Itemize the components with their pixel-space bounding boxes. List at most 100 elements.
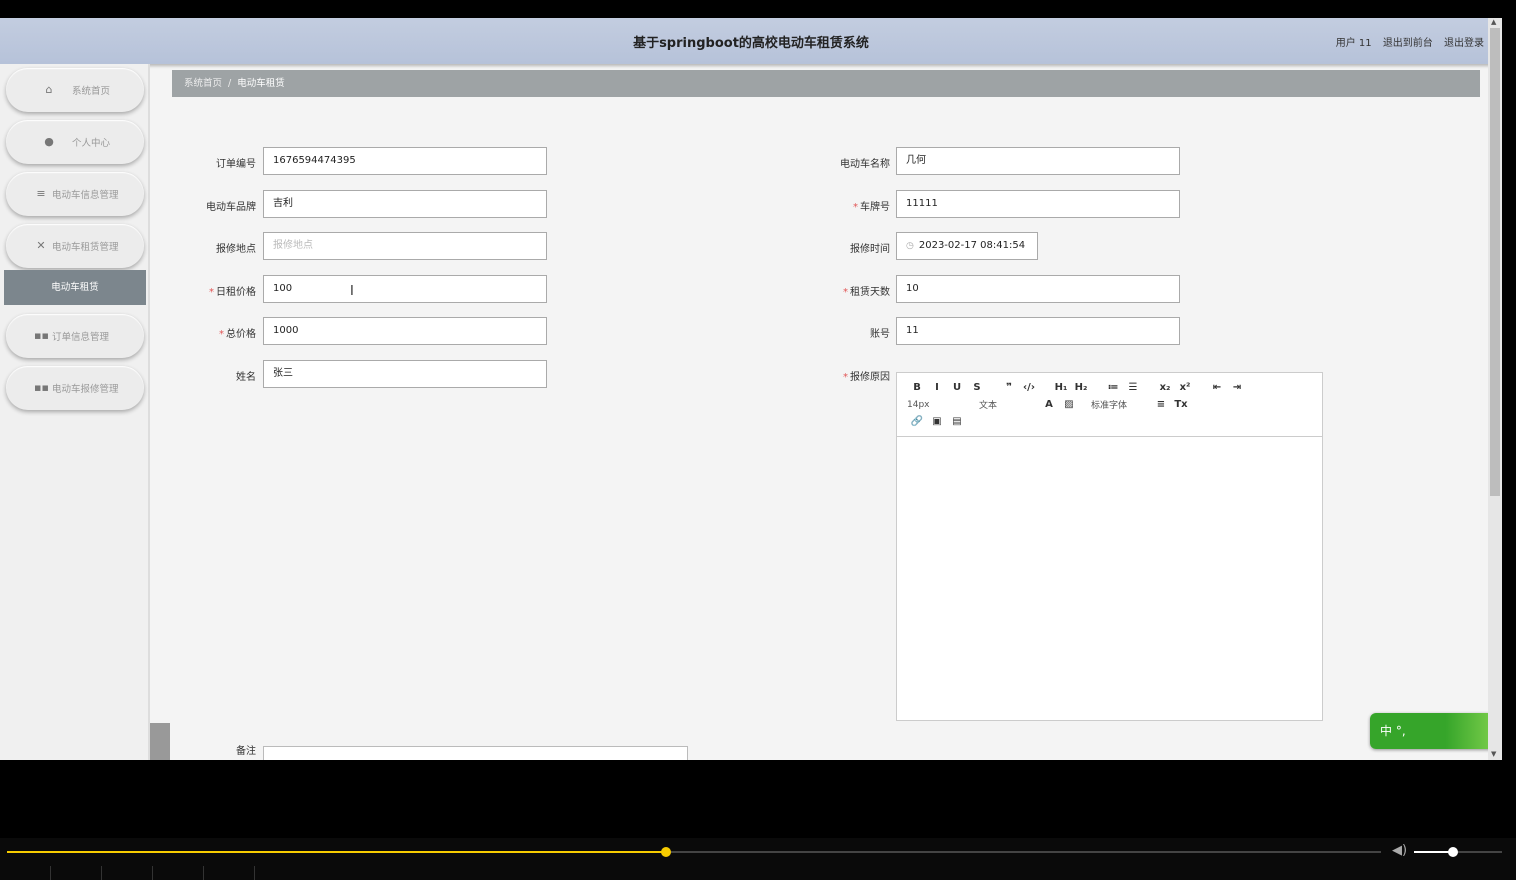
italic-button[interactable]: I bbox=[927, 382, 947, 393]
home-icon: ⌂ bbox=[45, 83, 53, 96]
bold-button[interactable]: B bbox=[907, 382, 927, 393]
repair-place-label: 报修地点 bbox=[216, 244, 256, 255]
toolbar-row-3: 🔗 ▣ ▤ bbox=[907, 413, 1314, 430]
grid-icon: ▪▪ bbox=[34, 329, 49, 342]
h1-button[interactable]: H₁ bbox=[1051, 382, 1071, 393]
brand-label: 电动车品牌 bbox=[206, 202, 256, 213]
sidebar-item-label: 电动车报修管理 bbox=[52, 384, 119, 395]
volume-icon[interactable]: ◀) bbox=[1392, 843, 1407, 858]
app-screen: 基于springboot的高校电动车租赁系统 用户 11 退出到前台 退出登录 … bbox=[0, 18, 1502, 760]
remark-field[interactable] bbox=[263, 746, 688, 760]
sidebar-item-label: 订单信息管理 bbox=[52, 332, 110, 343]
bullet-list-button[interactable]: ☰ bbox=[1123, 382, 1143, 393]
sidebar-item-label: 系统首页 bbox=[72, 86, 111, 97]
strike-button[interactable]: S bbox=[967, 382, 987, 393]
sidebar-item-label: 个人中心 bbox=[72, 138, 111, 149]
breadcrumb-home[interactable]: 系统首页 bbox=[184, 78, 222, 89]
repair-place-field[interactable]: 报修地点 bbox=[263, 232, 547, 260]
bike-name-label: 电动车名称 bbox=[840, 159, 890, 170]
scroll-down-icon[interactable]: ▼ bbox=[1491, 750, 1496, 758]
sidebar-item-label: 电动车信息管理 bbox=[52, 190, 119, 201]
breadcrumb: 系统首页 / 电动车租赁 bbox=[172, 70, 1480, 97]
grid-icon: ▪▪ bbox=[34, 381, 49, 394]
breadcrumb-separator: / bbox=[228, 78, 232, 89]
editor-toolbar: B I U S ❞ ‹/› H₁ H₂ ≔ ☰ x₂ x² ⇤ ⇥ 14px 文… bbox=[897, 373, 1322, 437]
bike-name-field[interactable]: 几何 bbox=[896, 147, 1180, 175]
sidebar-item-orders[interactable]: ▪▪ 订单信息管理 bbox=[6, 314, 144, 358]
logout-link[interactable]: 退出登录 bbox=[1444, 38, 1484, 49]
scroll-up-icon[interactable]: ▲ bbox=[1491, 18, 1496, 26]
image-icon[interactable]: ▣ bbox=[927, 416, 947, 427]
page-scrollbar[interactable]: ▲ ▼ bbox=[1488, 18, 1502, 760]
sidebar: ⌂ 系统首页 ● 个人中心 ≡ 电动车信息管理 ✕ 电动车租赁管理 电动车租赁 … bbox=[0, 64, 150, 760]
daily-price-label: * 日租价格 bbox=[209, 287, 256, 298]
subscript-button[interactable]: x₂ bbox=[1155, 382, 1175, 393]
repair-reason-label: * 报修原因 bbox=[843, 372, 890, 383]
progress-knob[interactable] bbox=[661, 847, 671, 857]
video-icon[interactable]: ▤ bbox=[947, 416, 967, 427]
scroll-thumb[interactable] bbox=[1490, 28, 1500, 496]
volume-slider[interactable] bbox=[1414, 847, 1502, 857]
user-icon: ● bbox=[44, 135, 54, 148]
list-icon: ≡ bbox=[36, 187, 46, 200]
account-field[interactable]: 11 bbox=[896, 317, 1180, 345]
clock-icon: ◷ bbox=[906, 241, 914, 251]
video-player-bar: ◀) bbox=[0, 838, 1516, 880]
sidebar-item-rental[interactable]: ✕ 电动车租赁管理 bbox=[6, 224, 144, 268]
h2-button[interactable]: H₂ bbox=[1071, 382, 1091, 393]
name-field[interactable]: 张三 bbox=[263, 360, 547, 388]
sidebar-item-home[interactable]: ⌂ 系统首页 bbox=[6, 68, 144, 112]
repair-time-label: 报修时间 bbox=[850, 244, 890, 255]
player-segments bbox=[0, 866, 255, 880]
plate-label: * 车牌号 bbox=[853, 202, 890, 213]
horizontal-scroll-handle[interactable] bbox=[150, 723, 170, 760]
remark-label: 备注 bbox=[236, 746, 256, 757]
text-style-select[interactable]: 文本 bbox=[979, 398, 1039, 411]
volume-knob[interactable] bbox=[1448, 847, 1458, 857]
text-cursor-icon: I bbox=[350, 284, 354, 299]
breadcrumb-current: 电动车租赁 bbox=[237, 78, 285, 89]
order-no-field[interactable]: 1676594474395 bbox=[263, 147, 547, 175]
ime-toolbar[interactable]: 中 °, bbox=[1370, 713, 1496, 749]
repair-time-field[interactable]: ◷ 2023-02-17 08:41:54 bbox=[896, 232, 1038, 260]
link-icon[interactable]: 🔗 bbox=[907, 416, 927, 427]
sidebar-subitem-rental[interactable]: 电动车租赁 bbox=[4, 270, 146, 305]
underline-button[interactable]: U bbox=[947, 382, 967, 393]
outdent-button[interactable]: ⇤ bbox=[1207, 382, 1227, 393]
daily-price-field[interactable]: 100 bbox=[263, 275, 547, 303]
sidebar-item-label: 电动车租赁管理 bbox=[52, 242, 119, 253]
header: 基于springboot的高校电动车租赁系统 用户 11 退出到前台 退出登录 bbox=[0, 18, 1502, 64]
order-no-label: 订单编号 bbox=[216, 159, 256, 170]
sidebar-item-repair[interactable]: ▪▪ 电动车报修管理 bbox=[6, 366, 144, 410]
code-button[interactable]: ‹/› bbox=[1019, 382, 1039, 393]
user-area: 用户 11 退出到前台 退出登录 bbox=[1328, 34, 1484, 49]
brand-field[interactable]: 吉利 bbox=[263, 190, 547, 218]
user-name: 用户 11 bbox=[1335, 38, 1372, 49]
clear-format-button[interactable]: Tx bbox=[1171, 399, 1191, 410]
toolbar-row-1: B I U S ❞ ‹/› H₁ H₂ ≔ ☰ x₂ x² ⇤ ⇥ bbox=[907, 379, 1314, 396]
bike-icon: ✕ bbox=[36, 239, 46, 252]
superscript-button[interactable]: x² bbox=[1175, 382, 1195, 393]
to-front-link[interactable]: 退出到前台 bbox=[1383, 38, 1433, 49]
name-label: 姓名 bbox=[236, 372, 256, 383]
indent-button[interactable]: ⇥ bbox=[1227, 382, 1247, 393]
rent-days-field[interactable]: 10 bbox=[896, 275, 1180, 303]
font-size-select[interactable]: 14px bbox=[907, 400, 967, 410]
sidebar-item-bike-info[interactable]: ≡ 电动车信息管理 bbox=[6, 172, 144, 216]
font-color-button[interactable]: A bbox=[1039, 399, 1059, 410]
rent-days-label: * 租赁天数 bbox=[843, 287, 890, 298]
total-price-field[interactable]: 1000 bbox=[263, 317, 547, 345]
toolbar-row-2: 14px 文本 A ▨ 标准字体 ≡ Tx bbox=[907, 396, 1314, 413]
sidebar-item-profile[interactable]: ● 个人中心 bbox=[6, 120, 144, 164]
align-button[interactable]: ≡ bbox=[1151, 399, 1171, 410]
total-price-label: * 总价格 bbox=[219, 329, 256, 340]
quote-button[interactable]: ❞ bbox=[999, 382, 1019, 393]
video-progress-bar[interactable] bbox=[7, 847, 1381, 857]
ordered-list-button[interactable]: ≔ bbox=[1103, 382, 1123, 393]
rich-text-editor[interactable]: B I U S ❞ ‹/› H₁ H₂ ≔ ☰ x₂ x² ⇤ ⇥ 14px 文… bbox=[896, 372, 1323, 721]
account-label: 账号 bbox=[870, 329, 890, 340]
app-title: 基于springboot的高校电动车租赁系统 bbox=[633, 36, 869, 51]
font-family-select[interactable]: 标准字体 bbox=[1091, 398, 1151, 411]
background-color-button[interactable]: ▨ bbox=[1059, 399, 1079, 410]
plate-field[interactable]: 11111 bbox=[896, 190, 1180, 218]
